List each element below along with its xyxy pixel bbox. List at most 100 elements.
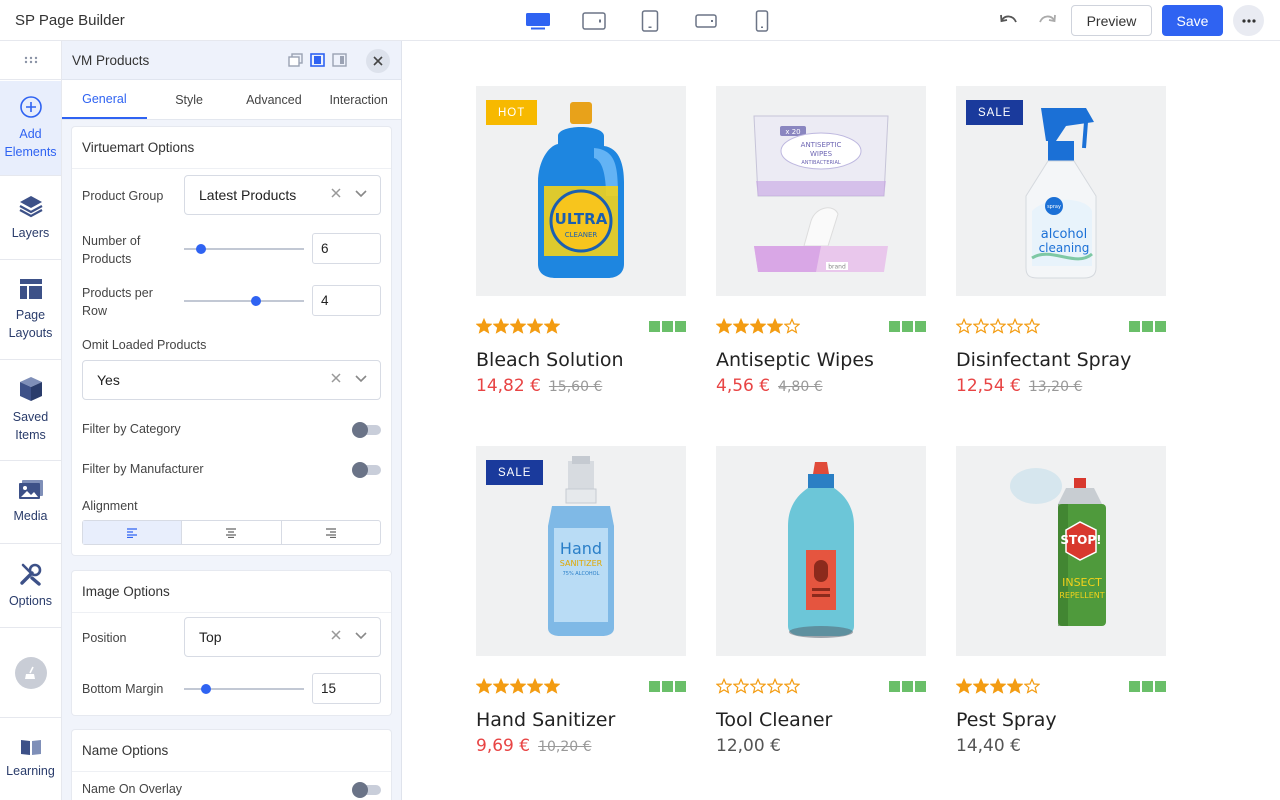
svg-text:75% ALCOHOL: 75% ALCOHOL	[563, 571, 600, 577]
star-filled-icon	[956, 678, 972, 694]
dock-left-view-icon[interactable]	[310, 53, 325, 67]
bottom-margin-input[interactable]: 15	[312, 673, 381, 704]
product-name[interactable]: Bleach Solution	[476, 349, 624, 371]
star-filled-icon	[510, 318, 526, 334]
omit-loaded-label: Omit Loaded Products	[82, 338, 207, 352]
sidebar-item-add-elements[interactable]: Add Elements	[0, 81, 61, 176]
filter-manufacturer-toggle[interactable]	[352, 462, 381, 478]
product-image[interactable]: spray alcohol cleaning SALE	[956, 86, 1166, 296]
per-row-slider[interactable]	[184, 296, 304, 306]
num-products-slider[interactable]	[184, 244, 304, 254]
star-filled-icon	[476, 318, 492, 334]
clear-icon[interactable]	[330, 629, 342, 641]
svg-text:CLEANER: CLEANER	[565, 231, 598, 239]
product-card[interactable]: spray alcohol cleaning SALE Disinfectant…	[956, 86, 1166, 396]
star-filled-icon	[990, 678, 1006, 694]
star-filled-icon	[510, 678, 526, 694]
drag-handle[interactable]	[0, 41, 61, 80]
product-name[interactable]: Disinfectant Spray	[956, 349, 1131, 371]
sale-badge: SALE	[486, 460, 544, 485]
per-row-input[interactable]: 4	[312, 285, 381, 316]
sidebar-item-saved-items[interactable]: Saved Items	[0, 360, 61, 461]
omit-loaded-select[interactable]: Yes	[82, 360, 381, 400]
bottom-margin-slider[interactable]	[184, 684, 304, 694]
color-swatches[interactable]	[1129, 321, 1166, 332]
clear-icon[interactable]	[330, 187, 342, 199]
product-group-label: Product Group	[82, 189, 164, 203]
sidebar-item-layers[interactable]: Layers	[0, 176, 61, 260]
panel-title: VM Products	[72, 52, 150, 68]
align-center-button[interactable]	[182, 521, 282, 544]
product-card[interactable]: STOP! INSECT REPELLENT Pest Spray 14,40 …	[956, 446, 1166, 756]
device-mobile-landscape-button[interactable]	[678, 8, 734, 34]
save-button[interactable]: Save	[1162, 5, 1223, 36]
slider-knob[interactable]	[200, 684, 211, 694]
redo-button[interactable]	[1036, 10, 1058, 30]
undo-button[interactable]	[998, 10, 1020, 30]
product-name[interactable]: Antiseptic Wipes	[716, 349, 874, 371]
product-name[interactable]: Pest Spray	[956, 709, 1057, 731]
tab-general[interactable]: General	[62, 80, 147, 119]
position-select[interactable]: Top	[184, 617, 381, 657]
device-desktop-button[interactable]	[510, 8, 566, 34]
align-left-button[interactable]	[83, 521, 183, 544]
num-products-label: Number of Products	[82, 234, 141, 266]
slider-knob[interactable]	[251, 296, 261, 306]
star-filled-icon	[493, 318, 509, 334]
tab-interaction[interactable]: Interaction	[316, 80, 401, 119]
color-swatches[interactable]	[889, 681, 926, 692]
name-on-overlay-toggle[interactable]	[352, 782, 381, 798]
product-group-select[interactable]: Latest Products	[184, 175, 381, 215]
position-value: Top	[199, 629, 222, 645]
product-name[interactable]: Tool Cleaner	[716, 709, 832, 731]
settings-panel: VM Products General Style Advanced Inter…	[62, 41, 402, 800]
svg-text:Hand: Hand	[560, 539, 602, 558]
book-icon	[20, 740, 41, 755]
svg-text:WIPES: WIPES	[810, 150, 833, 158]
star-empty-icon	[716, 678, 732, 694]
sidebar-item-label: Learning	[6, 764, 55, 778]
svg-text:ANTISEPTIC: ANTISEPTIC	[801, 141, 842, 149]
num-products-input[interactable]: 6	[312, 233, 381, 264]
product-image[interactable]: x 20 ANTISEPTIC WIPES ANTIBACTERIAL bran…	[716, 86, 926, 296]
product-image[interactable]: ULTRA CLEANER HOT	[476, 86, 686, 296]
sidebar-item-media[interactable]: Media	[0, 461, 61, 544]
svg-text:brand: brand	[828, 264, 846, 271]
product-name[interactable]: Hand Sanitizer	[476, 709, 615, 731]
image-options-section: Image Options Position Top Bottom Margin…	[72, 571, 391, 715]
device-tablet-portrait-button[interactable]	[622, 8, 678, 34]
dock-right-view-icon[interactable]	[332, 53, 347, 67]
filter-category-toggle[interactable]	[352, 422, 381, 438]
sidebar-item-learning[interactable]: Learning	[0, 717, 61, 800]
product-image[interactable]: STOP! INSECT REPELLENT	[956, 446, 1166, 656]
color-swatches[interactable]	[649, 321, 686, 332]
chevron-down-icon	[355, 375, 367, 383]
product-image[interactable]	[716, 446, 926, 656]
product-card[interactable]: x 20 ANTISEPTIC WIPES ANTIBACTERIAL bran…	[716, 86, 926, 396]
color-swatches[interactable]	[649, 681, 686, 692]
device-mobile-portrait-button[interactable]	[734, 8, 790, 34]
slider-knob[interactable]	[195, 244, 206, 254]
rating-stars	[956, 318, 1040, 334]
star-empty-icon	[767, 678, 783, 694]
sidebar-item-options[interactable]: Options	[0, 544, 61, 628]
close-panel-button[interactable]	[366, 49, 390, 73]
tab-style[interactable]: Style	[147, 80, 232, 119]
device-tablet-landscape-button[interactable]	[566, 8, 622, 34]
tab-advanced[interactable]: Advanced	[232, 80, 317, 119]
svg-text:alcohol: alcohol	[1041, 227, 1087, 242]
floating-view-icon[interactable]	[288, 53, 303, 67]
color-swatches[interactable]	[1129, 681, 1166, 692]
more-options-button[interactable]	[1233, 5, 1264, 36]
sidebar-item-page-layouts[interactable]: Page Layouts	[0, 260, 61, 360]
product-card[interactable]: ULTRA CLEANER HOT Bleach Solution 14,82 …	[476, 86, 686, 396]
undo-icon	[1000, 14, 1017, 23]
product-card[interactable]: Hand SANITIZER 75% ALCOHOL SALE Hand San…	[476, 446, 686, 756]
preview-button[interactable]: Preview	[1071, 5, 1152, 36]
clear-icon[interactable]	[330, 372, 342, 384]
sidebar-item-cleanup[interactable]	[0, 628, 61, 717]
color-swatches[interactable]	[889, 321, 926, 332]
product-image[interactable]: Hand SANITIZER 75% ALCOHOL SALE	[476, 446, 686, 656]
product-card[interactable]: Tool Cleaner 12,00 €	[716, 446, 926, 756]
align-right-button[interactable]	[282, 521, 380, 544]
